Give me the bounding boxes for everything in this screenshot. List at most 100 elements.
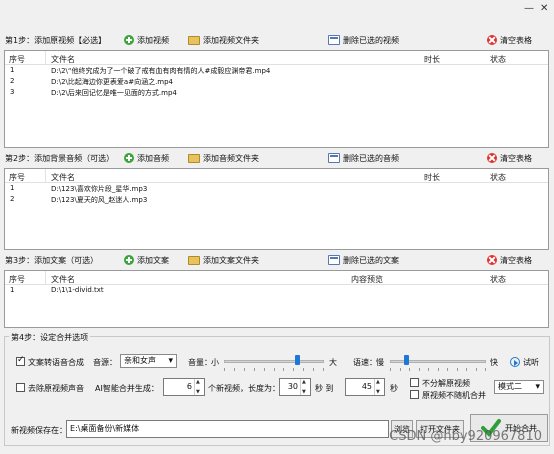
volume-min-label: 小 — [211, 358, 219, 367]
voice-select[interactable]: 亲和女声 — [120, 354, 177, 368]
no-split-checkbox[interactable] — [410, 378, 419, 387]
add-text-folder-button[interactable]: 添加文案文件夹 — [188, 253, 259, 267]
row-num: 1 — [10, 66, 15, 74]
save-location-label: 新视频保存在： — [11, 426, 67, 435]
add-audio-folder-button[interactable]: 添加音频文件夹 — [188, 151, 259, 165]
col-name: 文件名 — [51, 275, 75, 284]
delete-list-icon — [328, 35, 340, 45]
clear-icon — [487, 35, 497, 45]
col-status: 状态 — [490, 275, 506, 284]
table-row[interactable]: 1 D:\1\1-divid.txt — [5, 285, 548, 296]
slider-tick — [233, 368, 235, 371]
table-row[interactable]: 2 D:\2\比起海边你更表爱a#向涵之.mp4 — [5, 76, 548, 87]
voice-label: 音源： — [93, 358, 117, 367]
audio-table-header: 序号 文件名 时长 状态 — [5, 169, 548, 183]
volume-slider[interactable] — [224, 360, 324, 363]
clear-table2-label: 清空表格 — [500, 153, 532, 163]
slider-tick — [313, 368, 315, 371]
row-filename: D:\1\1-divid.txt — [51, 286, 104, 294]
add-icon — [124, 255, 134, 265]
table-row[interactable]: 1 D:\2\“他终究成为了一个破了戒有血有肉有情的人#成毅应渊帝君.mp4 — [5, 65, 548, 76]
step1-toolbar: 第1步：添加原视频【必选】 添加视频 添加视频文件夹 删除已选的视频 清空表格 — [0, 32, 554, 48]
voice-value: 亲和女声 — [124, 356, 156, 365]
slider-tick — [447, 368, 448, 371]
speed-label: 语速： — [353, 358, 377, 367]
add-video-folder-button[interactable]: 添加视频文件夹 — [188, 33, 259, 47]
table-row[interactable]: 1 D:\123\喜欢你片段_星华.mp3 — [5, 183, 548, 194]
stepper-arrows-icon[interactable] — [194, 379, 204, 395]
delete-selected-text-button[interactable]: 删除已选的文案 — [328, 253, 399, 267]
stepper-arrows-icon[interactable] — [300, 379, 310, 395]
col-name: 文件名 — [51, 173, 75, 182]
add-video-folder-label: 添加视频文件夹 — [203, 35, 259, 45]
play-icon[interactable] — [510, 357, 520, 367]
add-audio-button[interactable]: 添加音频 — [124, 151, 169, 165]
remove-audio-checkbox[interactable] — [16, 383, 25, 392]
minimize-icon[interactable]: — — [524, 3, 534, 14]
col-duration: 时长 — [424, 55, 440, 64]
clear-table3-label: 清空表格 — [500, 255, 532, 265]
slider-tick — [475, 368, 477, 371]
slider-tick — [283, 368, 285, 371]
folder-icon — [188, 255, 200, 265]
slider-tick — [243, 368, 245, 371]
stepper-arrows-icon[interactable] — [374, 379, 384, 395]
save-path-value: E:\桌面备份\新媒体 — [70, 424, 140, 433]
slider-tick — [263, 368, 265, 371]
slider-tick — [390, 368, 391, 371]
text-table[interactable]: 序号 文件名 内容预览 状态 1 D:\1\1-divid.txt — [4, 270, 549, 328]
clear-table3-button[interactable]: 清空表格 — [487, 253, 532, 267]
delete-selected-audio-label: 删除已选的音频 — [343, 153, 399, 163]
col-duration: 时长 — [424, 173, 440, 182]
text-table-header: 序号 文件名 内容预览 状态 — [5, 271, 548, 285]
tts-checkbox[interactable] — [16, 355, 25, 366]
max-length-stepper[interactable]: 45 — [345, 378, 385, 396]
add-audio-folder-label: 添加音频文件夹 — [203, 153, 259, 163]
table-row[interactable]: 3 D:\2\后来回记忆是唯一见面的方式.mp4 — [5, 87, 548, 98]
slider-tick — [485, 368, 486, 371]
clear-icon — [487, 255, 497, 265]
no-split-label: 不分解原视频 — [422, 379, 470, 388]
delete-selected-audio-button[interactable]: 删除已选的音频 — [328, 151, 399, 165]
row-num: 1 — [10, 184, 15, 192]
step2-title: 第2步：添加背景音频（可选） — [5, 154, 115, 163]
ai-merge-label: AI智能合并生成： — [95, 384, 159, 393]
volume-max-label: 大 — [329, 358, 337, 367]
max-length-value: 45 — [361, 382, 372, 391]
slider-tick — [456, 368, 458, 371]
clear-table2-button[interactable]: 清空表格 — [487, 151, 532, 165]
col-num: 序号 — [9, 55, 25, 64]
volume-slider-thumb[interactable] — [295, 355, 301, 365]
slider-tick — [399, 368, 401, 371]
col-name: 文件名 — [51, 55, 75, 64]
tts-label: 文案转语音合成 — [28, 358, 84, 367]
speed-slider-thumb[interactable] — [403, 355, 409, 365]
clear-table1-button[interactable]: 清空表格 — [487, 33, 532, 47]
video-table[interactable]: 序号 文件名 时长 状态 1 D:\2\“他终究成为了一个破了戒有血有肉有情的人… — [4, 50, 549, 148]
slider-tick — [428, 368, 429, 371]
save-path-field[interactable]: E:\桌面备份\新媒体 — [66, 420, 389, 438]
step1-title: 第1步：添加原视频【必选】 — [5, 36, 107, 45]
close-icon[interactable]: ✕ — [540, 3, 548, 14]
mode-select[interactable]: 模式二 — [494, 380, 544, 394]
add-text-button[interactable]: 添加文案 — [124, 253, 169, 267]
min-length-stepper[interactable]: 30 — [279, 378, 311, 396]
table-row[interactable]: 2 D:\123\夏天的风_赵迷人.mp3 — [5, 194, 548, 205]
no-random-label: 原视频不随机合并 — [422, 391, 486, 400]
slider-tick — [293, 368, 295, 371]
listen-button[interactable]: 试听 — [523, 357, 539, 368]
count-suffix-label: 个新视频，长度为： — [208, 384, 280, 393]
no-random-checkbox[interactable] — [410, 390, 419, 399]
remove-audio-label: 去除原视频声音 — [28, 384, 84, 393]
delete-selected-videos-button[interactable]: 删除已选的视频 — [328, 33, 399, 47]
add-video-button[interactable]: 添加视频 — [124, 33, 169, 47]
count-stepper[interactable]: 6 — [163, 378, 205, 396]
volume-label: 音量： — [188, 358, 212, 367]
col-preview: 内容预览 — [351, 275, 383, 284]
audio-table[interactable]: 序号 文件名 时长 状态 1 D:\123\喜欢你片段_星华.mp3 2 D:\… — [4, 168, 549, 250]
slider-tick — [466, 368, 467, 371]
row-filename: D:\2\“他终究成为了一个破了戒有血有肉有情的人#成毅应渊帝君.mp4 — [51, 67, 271, 75]
col-status: 状态 — [490, 55, 506, 64]
row-num: 2 — [10, 195, 15, 203]
seconds-label: 秒 — [390, 384, 398, 393]
